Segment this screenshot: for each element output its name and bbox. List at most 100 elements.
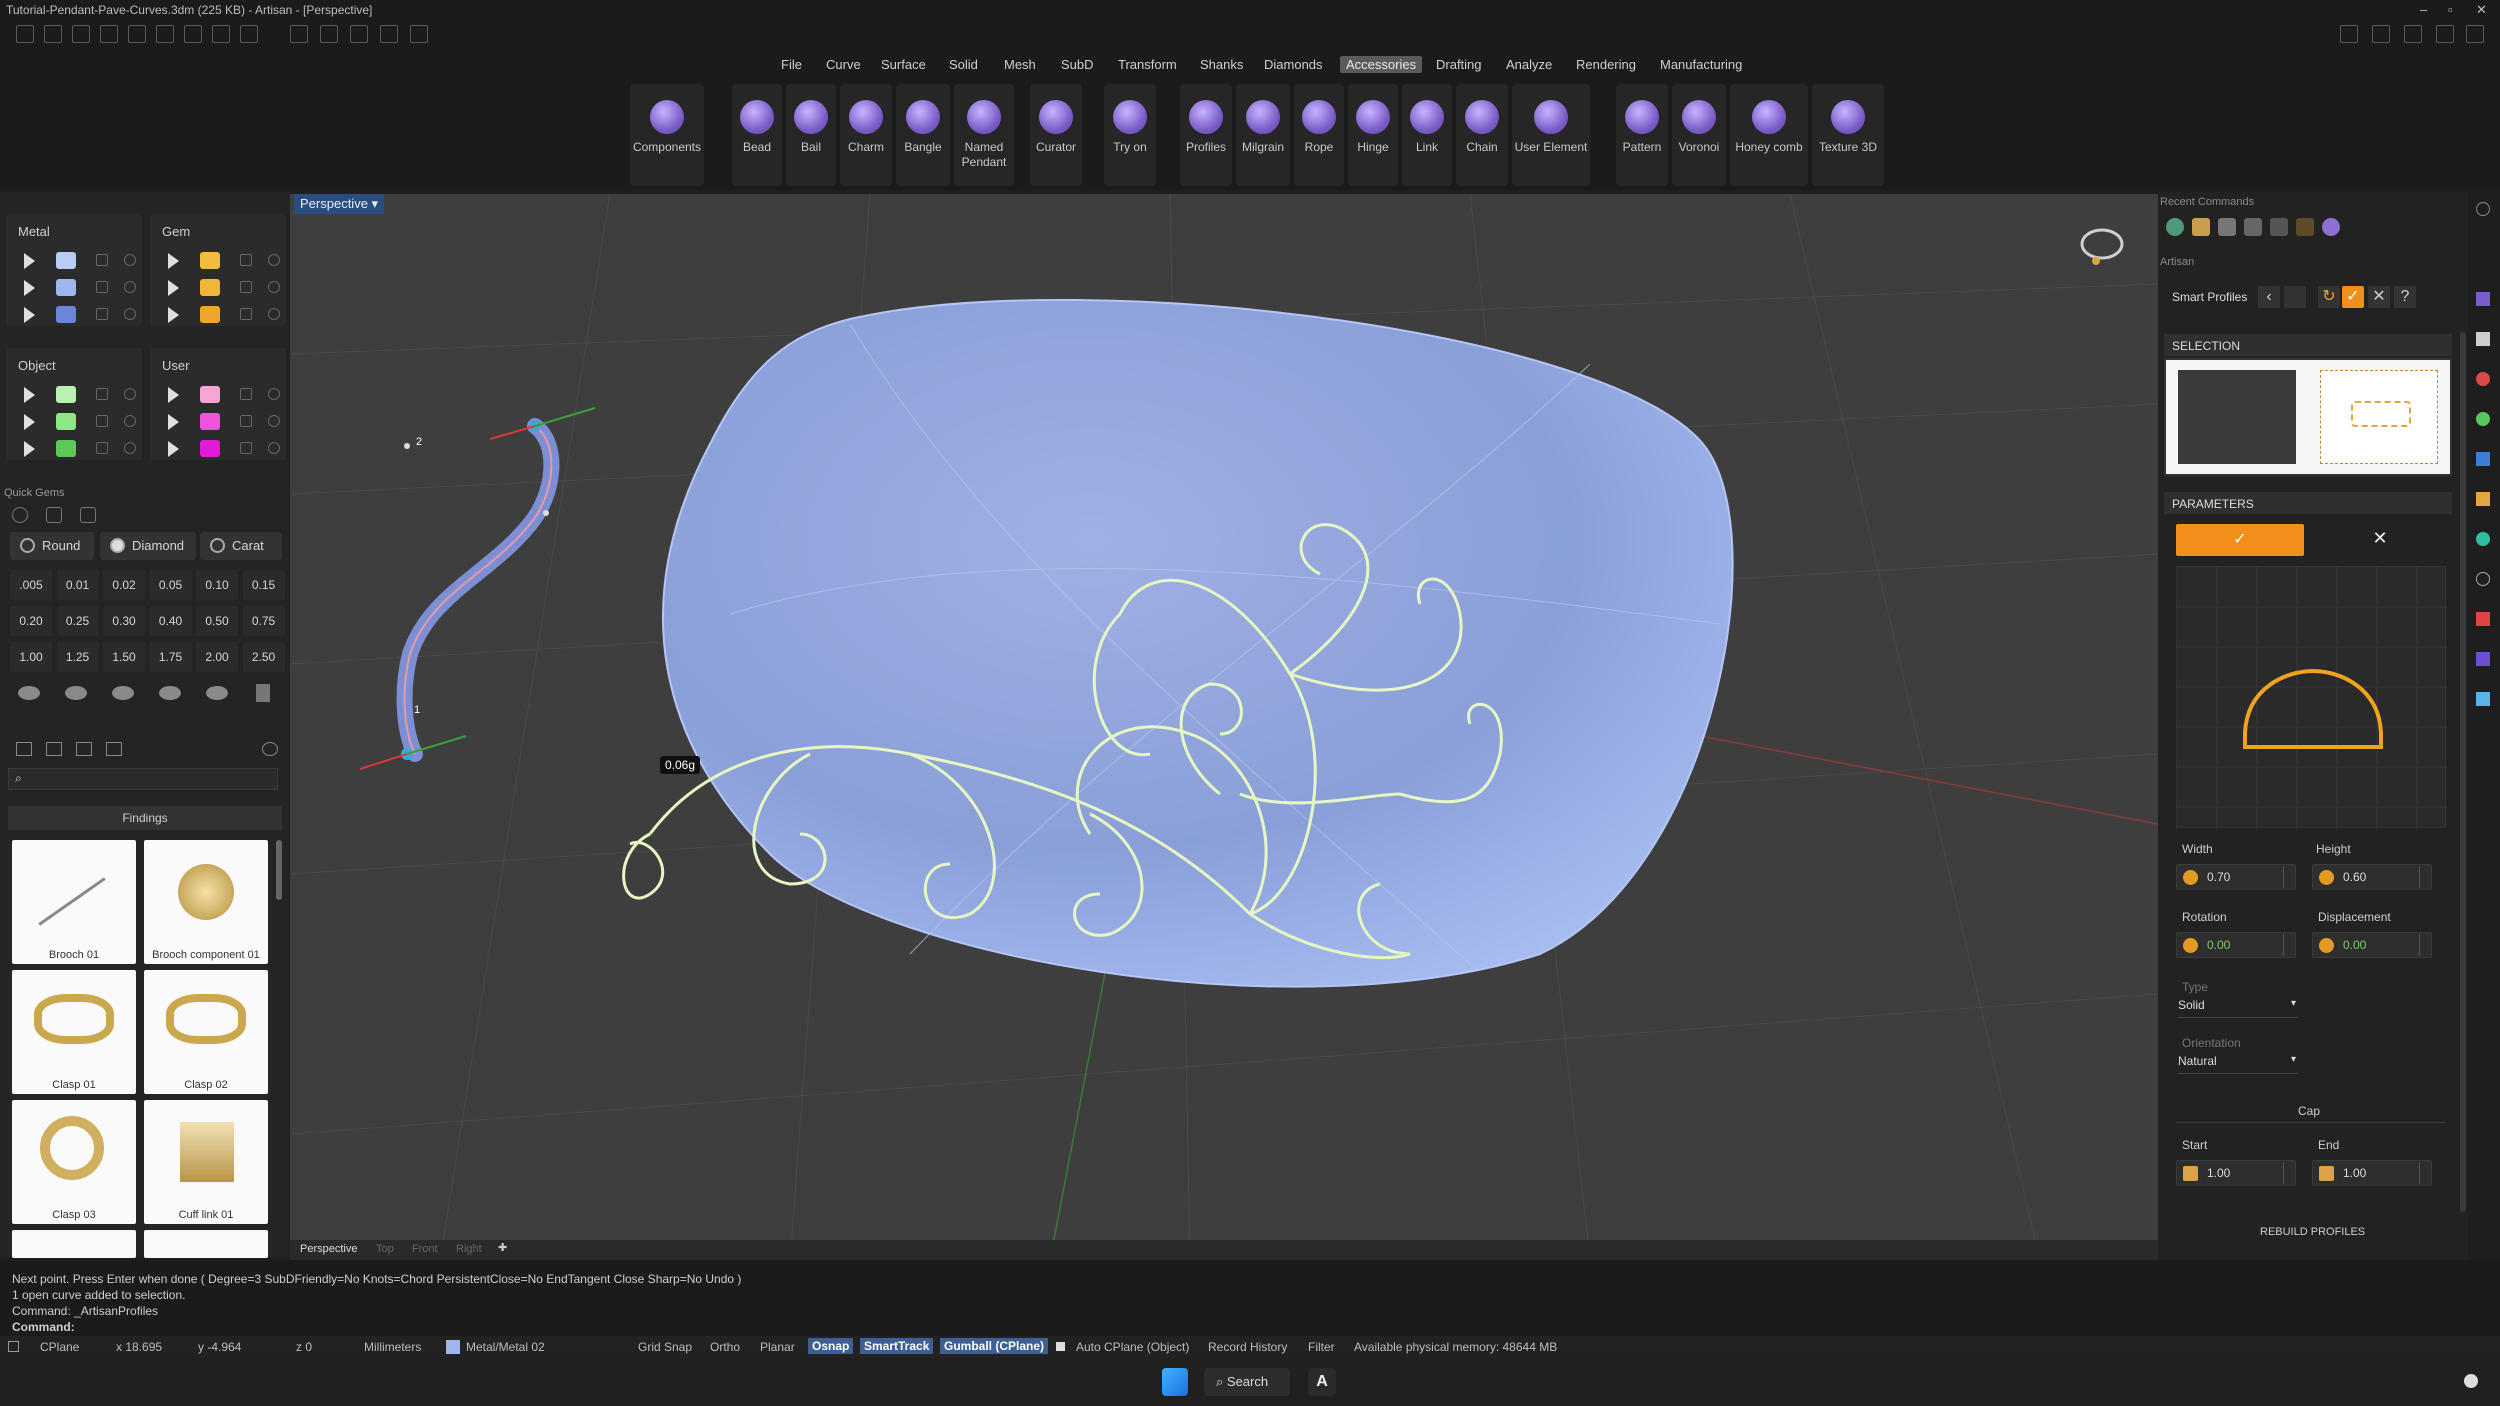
camera-ring-icon[interactable] <box>2080 228 2124 265</box>
menu-manufacturing[interactable]: Manufacturing <box>1654 56 1748 73</box>
smarttrack-toggle[interactable]: SmartTrack <box>860 1338 934 1354</box>
gem-size-button[interactable]: 0.25 <box>56 606 99 636</box>
gem-size-button[interactable]: 1.50 <box>103 642 145 672</box>
lock-icon[interactable] <box>96 442 108 454</box>
ribbon-charm-button[interactable]: Charm <box>840 84 892 186</box>
panel-icon[interactable] <box>2476 652 2490 666</box>
ribbon-hinge-button[interactable]: Hinge <box>1348 84 1398 186</box>
ribbon-bail-button[interactable]: Bail <box>786 84 836 186</box>
library-item[interactable]: Cuff link 01 <box>144 1100 268 1224</box>
cube-icon[interactable] <box>2404 25 2422 43</box>
panel-icon[interactable] <box>2476 492 2490 506</box>
grid-icon[interactable] <box>106 742 122 756</box>
height-spinner[interactable] <box>2419 866 2429 888</box>
displacement-spinner[interactable] <box>2419 934 2429 956</box>
ribbon-milgrain-button[interactable]: Milgrain <box>1236 84 1290 186</box>
ribbon-chain-button[interactable]: Chain <box>1456 84 1508 186</box>
gem-layer-row[interactable] <box>158 304 282 326</box>
recent-command-icon[interactable] <box>2322 218 2340 236</box>
gem-size-button[interactable]: 0.75 <box>242 606 285 636</box>
user-layer-row[interactable] <box>158 384 282 406</box>
play-icon[interactable] <box>168 441 179 457</box>
play-icon[interactable] <box>24 441 35 457</box>
library-item[interactable] <box>12 1230 136 1258</box>
tab-front[interactable]: Front <box>412 1243 438 1255</box>
export-icon[interactable] <box>240 25 258 43</box>
gem-size-button[interactable]: 1.25 <box>56 642 99 672</box>
gem-tool-icon[interactable] <box>46 507 62 523</box>
cap-end-input[interactable]: 1.00 <box>2312 1160 2432 1186</box>
apply-button[interactable]: ✓ <box>2342 286 2364 308</box>
oval-gem-icon[interactable] <box>65 686 87 700</box>
taskbar-search-button[interactable]: ⌕ Search <box>1204 1368 1290 1396</box>
control-point[interactable] <box>404 443 410 449</box>
maximize-icon[interactable]: ▫ <box>2448 2 2453 17</box>
gem-settings-icon[interactable] <box>12 507 28 523</box>
eye-icon[interactable] <box>124 415 136 427</box>
settings-icon[interactable] <box>2466 25 2484 43</box>
ribbon-bead-button[interactable]: Bead <box>732 84 782 186</box>
marquise-gem-icon[interactable] <box>206 686 228 700</box>
rotation-input[interactable]: 0.00 <box>2176 932 2296 958</box>
library-search-input[interactable]: ⌕ <box>8 768 278 790</box>
reset-icon[interactable]: ↻ <box>2318 286 2340 308</box>
layer-color-swatch[interactable] <box>200 386 220 403</box>
notification-icon[interactable] <box>2464 1374 2478 1388</box>
menu-surface[interactable]: Surface <box>875 56 932 73</box>
eye-icon[interactable] <box>124 254 136 266</box>
menu-file[interactable]: File <box>775 56 808 73</box>
cap-end-spinner[interactable] <box>2419 1162 2429 1184</box>
cap-start-input[interactable]: 1.00 <box>2176 1160 2296 1186</box>
redo-icon[interactable] <box>156 25 174 43</box>
gem-size-button[interactable]: .005 <box>10 570 52 600</box>
gear-icon[interactable] <box>380 25 398 43</box>
planar-toggle[interactable]: Planar <box>760 1340 795 1354</box>
record-history-toggle[interactable]: Record History <box>1208 1340 1287 1354</box>
eye-icon[interactable] <box>268 254 280 266</box>
tab-right[interactable]: Right <box>456 1243 482 1255</box>
parameters-scrollbar[interactable] <box>2460 332 2466 1212</box>
panel-icon[interactable] <box>2476 332 2490 346</box>
library-category-select[interactable]: Findings <box>8 806 282 830</box>
cancel-button[interactable]: ✕ <box>2368 286 2390 308</box>
link-icon[interactable] <box>320 25 338 43</box>
library-scrollbar[interactable] <box>276 840 282 900</box>
command-prompt[interactable]: Command: <box>12 1320 75 1334</box>
minimize-icon[interactable]: – <box>2420 2 2427 17</box>
layer-color-swatch[interactable] <box>56 413 76 430</box>
panel-icon[interactable] <box>2476 452 2490 466</box>
panel-icon[interactable] <box>2476 692 2490 706</box>
play-icon[interactable] <box>24 307 35 323</box>
eye-icon[interactable] <box>124 442 136 454</box>
lock-icon[interactable] <box>240 254 252 266</box>
ribbon-try-on-button[interactable]: Try on <box>1104 84 1156 186</box>
play-icon[interactable] <box>168 414 179 430</box>
lock-icon[interactable] <box>96 415 108 427</box>
lock-icon[interactable] <box>240 388 252 400</box>
profile-pick-thumbnail[interactable] <box>2320 370 2438 464</box>
osnap-toggle[interactable]: Osnap <box>808 1338 854 1354</box>
network-icon[interactable] <box>410 25 428 43</box>
ribbon-rope-button[interactable]: Rope <box>1294 84 1344 186</box>
menu-mesh[interactable]: Mesh <box>998 56 1042 73</box>
viewport-perspective[interactable]: 2 1 0.06g Perspective Top Front Right ✚ <box>290 194 2158 1260</box>
layer-color-swatch[interactable] <box>200 252 220 269</box>
play-icon[interactable] <box>168 253 179 269</box>
confirm-profile-button[interactable]: ✓ <box>2176 524 2304 556</box>
gem-size-button[interactable]: 0.15 <box>242 570 285 600</box>
transform-icon[interactable] <box>290 25 308 43</box>
gear-icon[interactable] <box>2476 202 2490 216</box>
object-layer-row[interactable] <box>14 384 138 406</box>
gem-size-button[interactable]: 0.01 <box>56 570 99 600</box>
save-icon[interactable] <box>2284 286 2306 308</box>
open-folder-icon[interactable] <box>72 25 90 43</box>
library-item[interactable]: Brooch 01 <box>12 840 136 964</box>
gem-size-button[interactable]: 2.50 <box>242 642 285 672</box>
ribbon-user-element-button[interactable]: User Element <box>1512 84 1590 186</box>
control-point[interactable] <box>543 510 549 516</box>
lock-icon[interactable] <box>96 308 108 320</box>
tab-perspective[interactable]: Perspective <box>300 1243 357 1255</box>
eye-icon[interactable] <box>124 308 136 320</box>
filter-toggle[interactable]: Filter <box>1308 1340 1335 1354</box>
grid-snap-toggle[interactable]: Grid Snap <box>638 1340 692 1354</box>
